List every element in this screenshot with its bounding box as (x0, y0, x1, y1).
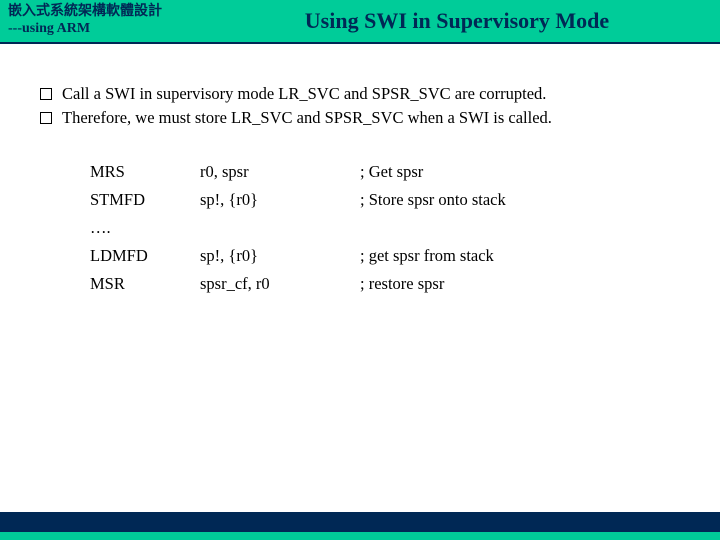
mnemonic: MRS (90, 158, 200, 186)
course-subtitle: ---using ARM (8, 21, 162, 38)
comment: ; Store spsr onto stack (360, 186, 680, 214)
comment: ; restore spsr (360, 270, 680, 298)
mnemonic: …. (90, 214, 200, 242)
bullet-item: Therefore, we must store LR_SVC and SPSR… (40, 108, 680, 128)
slide-footer (0, 512, 720, 540)
header-left: 嵌入式系統架構軟體設計 ---using ARM (8, 4, 162, 38)
footer-bar-dark (0, 512, 720, 532)
code-row: MRS r0, spsr ; Get spsr (90, 158, 680, 186)
code-row: STMFD sp!, {r0} ; Store spsr onto stack (90, 186, 680, 214)
comment (360, 214, 680, 242)
bullet-text: Therefore, we must store LR_SVC and SPSR… (62, 108, 552, 128)
square-bullet-icon (40, 112, 52, 124)
course-title-cn: 嵌入式系統架構軟體設計 (8, 4, 162, 21)
operands: sp!, {r0} (200, 186, 360, 214)
footer-bar-teal (0, 532, 720, 540)
code-row: LDMFD sp!, {r0} ; get spsr from stack (90, 242, 680, 270)
operands (200, 214, 360, 242)
bullet-item: Call a SWI in supervisory mode LR_SVC an… (40, 84, 680, 104)
code-row: …. (90, 214, 680, 242)
assembly-code-block: MRS r0, spsr ; Get spsr STMFD sp!, {r0} … (90, 158, 680, 298)
comment: ; Get spsr (360, 158, 680, 186)
operands: sp!, {r0} (200, 242, 360, 270)
mnemonic: MSR (90, 270, 200, 298)
operands: spsr_cf, r0 (200, 270, 360, 298)
comment: ; get spsr from stack (360, 242, 680, 270)
slide-header: 嵌入式系統架構軟體設計 ---using ARM Using SWI in Su… (0, 0, 720, 44)
operands: r0, spsr (200, 158, 360, 186)
bullet-text: Call a SWI in supervisory mode LR_SVC an… (62, 84, 546, 104)
slide-content: Call a SWI in supervisory mode LR_SVC an… (0, 44, 720, 298)
mnemonic: LDMFD (90, 242, 200, 270)
slide-title: Using SWI in Supervisory Mode (162, 8, 712, 34)
mnemonic: STMFD (90, 186, 200, 214)
code-row: MSR spsr_cf, r0 ; restore spsr (90, 270, 680, 298)
square-bullet-icon (40, 88, 52, 100)
